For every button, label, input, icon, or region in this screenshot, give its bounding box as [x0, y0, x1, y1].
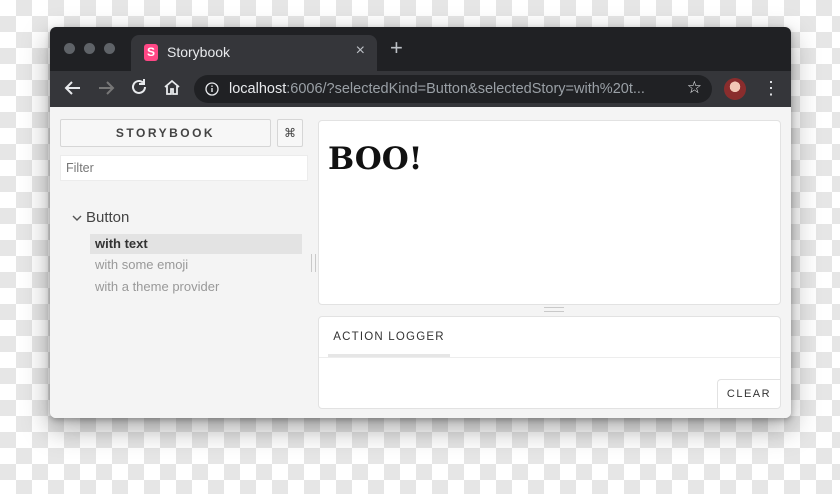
window-close-dot[interactable] — [64, 43, 75, 54]
profile-avatar[interactable] — [724, 78, 746, 100]
forward-arrow-icon[interactable] — [93, 75, 119, 101]
title-bar: S Storybook × + — [50, 27, 791, 71]
reload-icon[interactable] — [126, 75, 152, 101]
filter-input[interactable] — [60, 155, 308, 181]
new-tab-button[interactable]: + — [390, 37, 403, 59]
url-text: localhost:6006/?selectedKind=Button&sele… — [229, 81, 669, 97]
browser-menu-icon[interactable]: ⋮ — [762, 78, 780, 98]
story-item-with-text[interactable]: with text — [90, 234, 302, 254]
back-arrow-icon[interactable] — [60, 75, 86, 101]
address-bar[interactable]: localhost:6006/?selectedKind=Button&sele… — [194, 75, 712, 103]
storybook-favicon-icon: S — [144, 44, 158, 61]
sidebar-resize-handle[interactable] — [311, 254, 316, 272]
storybook-app: STORYBOOK ⌘ Button with text with some e… — [50, 107, 791, 418]
story-item-with-some-emoji[interactable]: with some emoji — [90, 255, 302, 275]
browser-toolbar: localhost:6006/?selectedKind=Button&sele… — [50, 71, 791, 107]
url-path: :6006/?selectedKind=Button&selectedStory… — [286, 81, 645, 97]
home-icon[interactable] — [159, 75, 185, 101]
tab-title: Storybook — [167, 44, 231, 60]
storybook-brand-button[interactable]: STORYBOOK — [60, 119, 271, 147]
story-kind-button[interactable]: Button — [72, 209, 129, 226]
preview-iframe: BOO! — [318, 120, 781, 305]
addon-panel: ACTION LOGGER CLEAR — [318, 316, 781, 409]
info-icon[interactable] — [205, 82, 219, 101]
story-item-with-a-theme-provider[interactable]: with a theme provider — [90, 277, 302, 297]
browser-window: S Storybook × + localhost:6006/?selected… — [50, 27, 791, 418]
preview-heading: BOO! — [328, 141, 423, 177]
window-maximize-dot[interactable] — [104, 43, 115, 54]
chevron-down-icon — [72, 213, 86, 225]
bookmark-star-icon[interactable]: ☆ — [687, 78, 702, 98]
panel-divider — [319, 357, 780, 358]
url-host: localhost — [229, 81, 287, 97]
shortcuts-button[interactable]: ⌘ — [277, 119, 303, 147]
close-tab-icon[interactable]: × — [356, 42, 365, 60]
panel-resize-handle[interactable] — [544, 307, 564, 312]
browser-tab[interactable]: S Storybook × — [131, 35, 377, 71]
clear-button[interactable]: CLEAR — [717, 379, 780, 408]
window-minimize-dot[interactable] — [84, 43, 95, 54]
kind-label: Button — [86, 209, 130, 226]
tab-action-logger[interactable]: ACTION LOGGER — [328, 317, 450, 357]
